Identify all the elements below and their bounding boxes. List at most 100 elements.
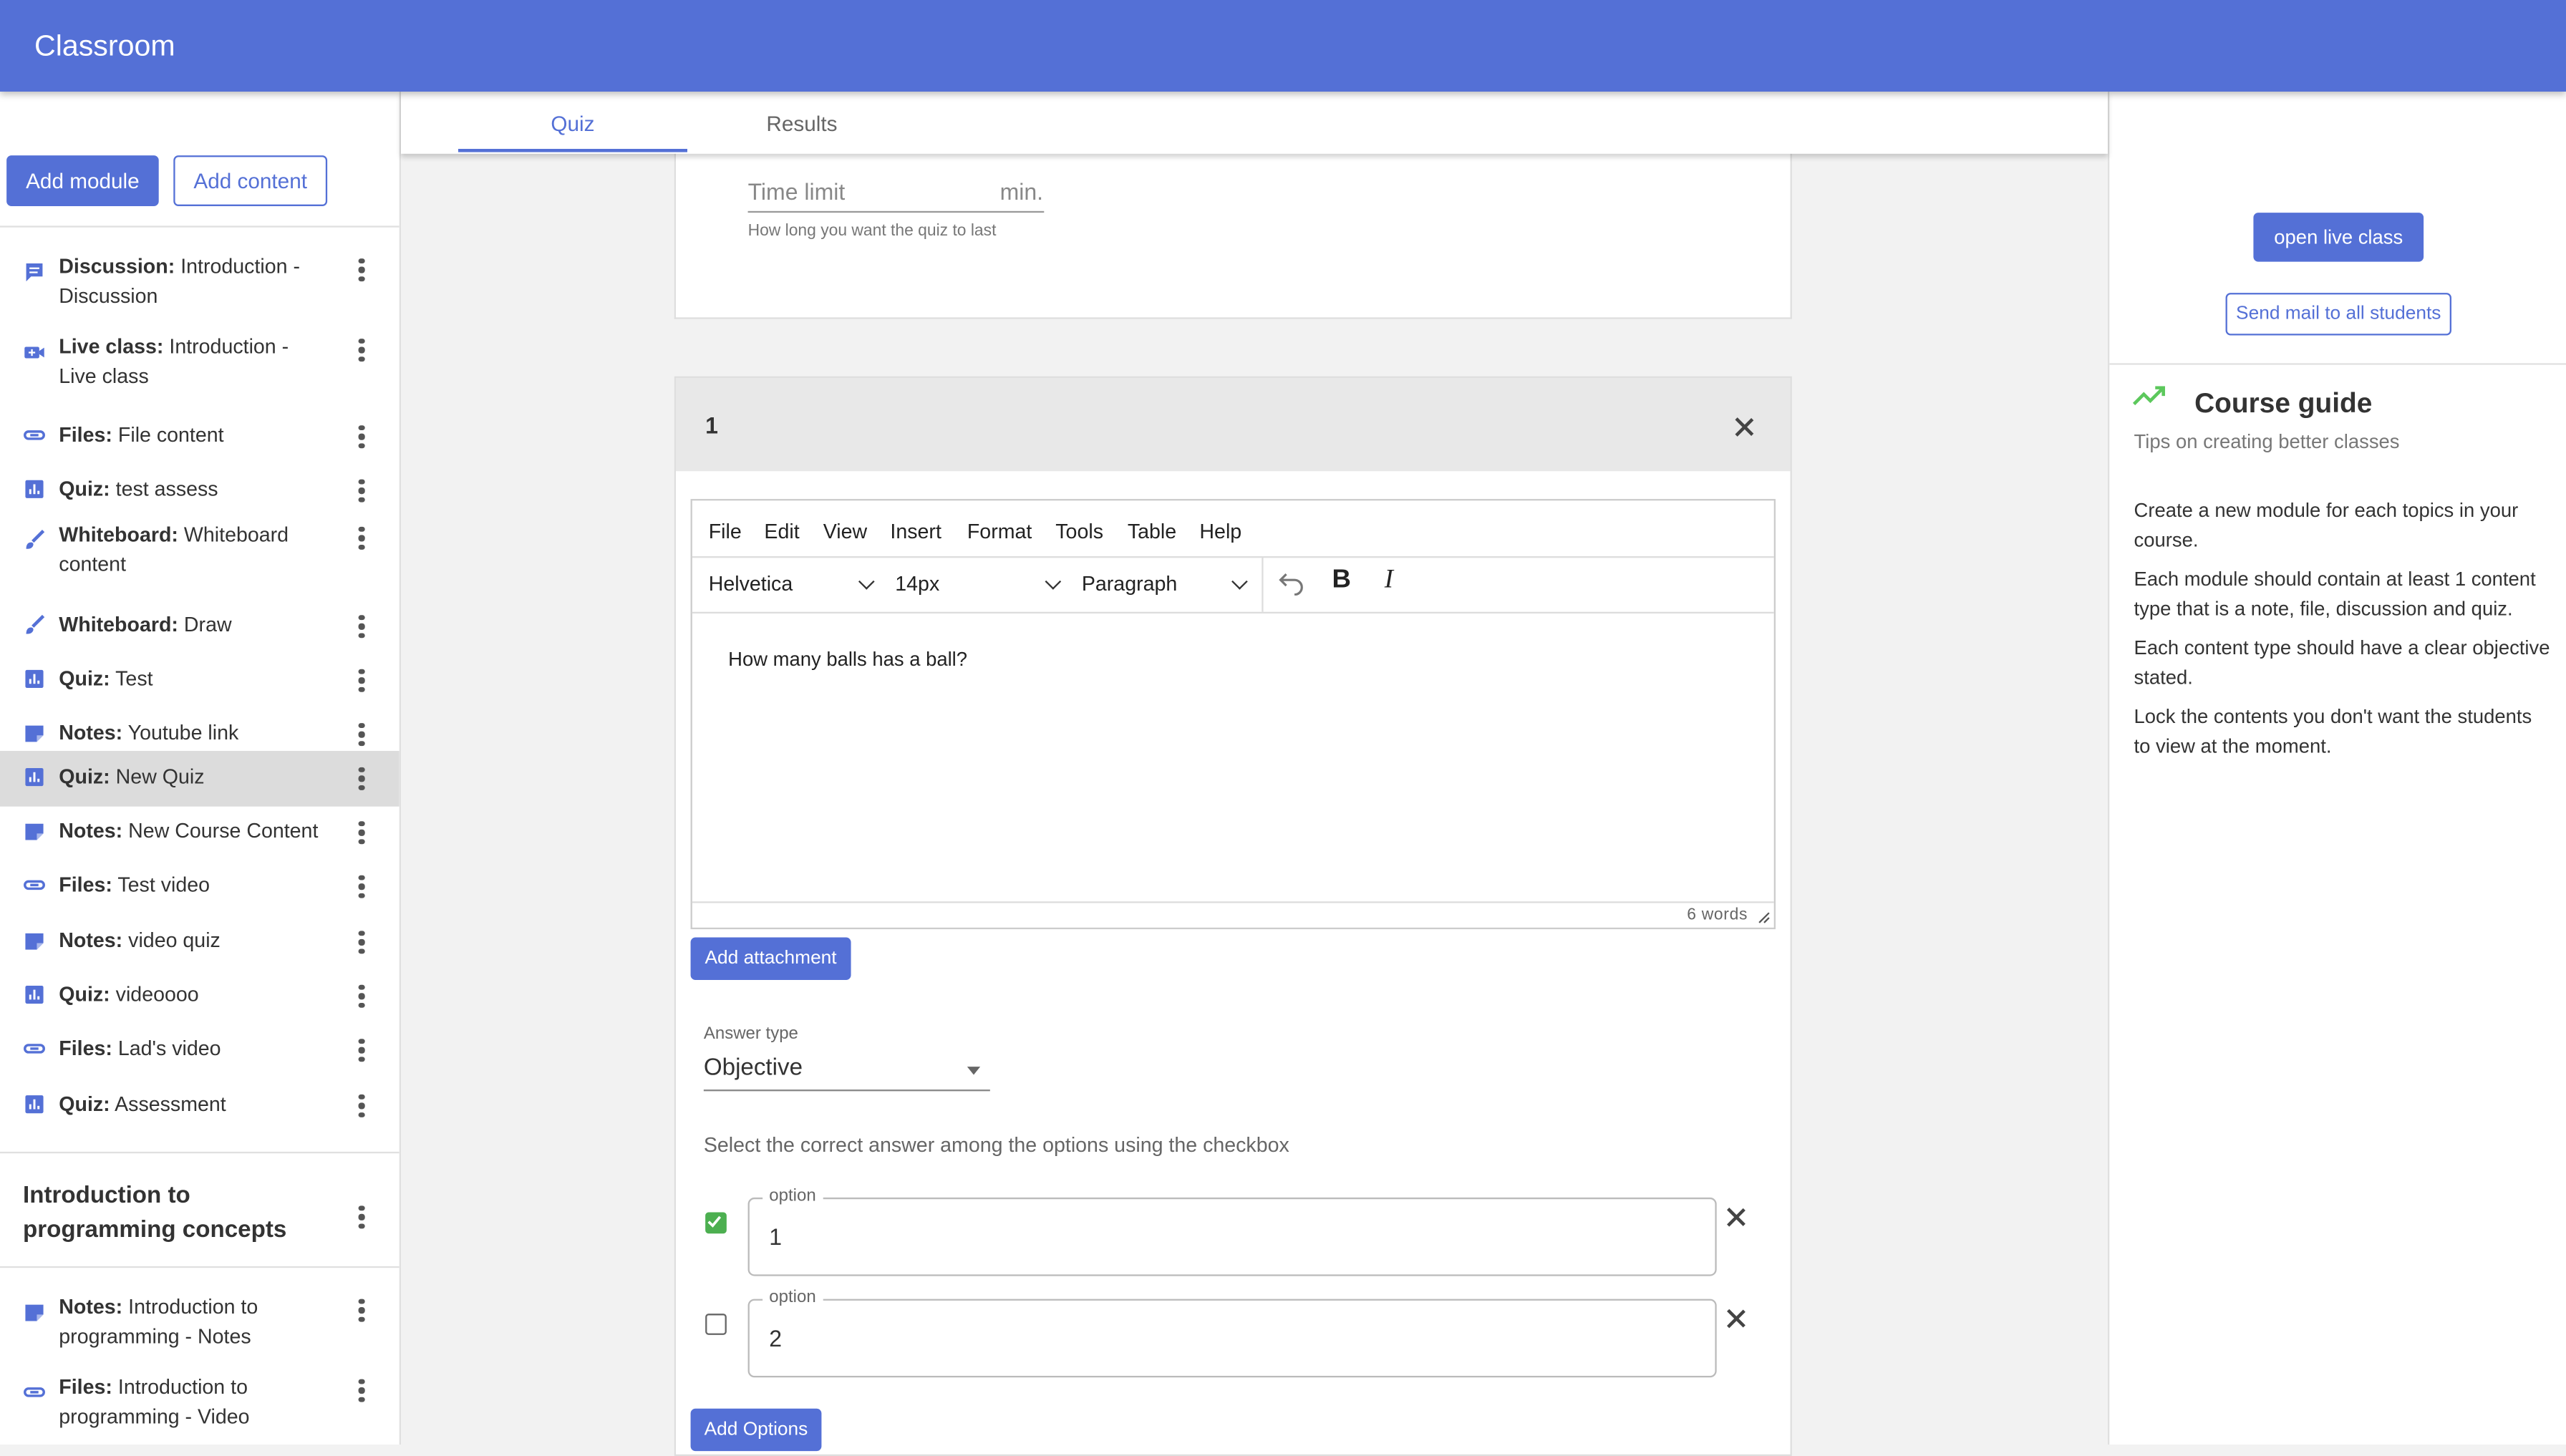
sidebar-item[interactable]: Whiteboard: Draw [0, 598, 400, 648]
content-type-label: Files: [59, 423, 112, 447]
module-more-icon[interactable] [350, 1205, 373, 1232]
sidebar-item[interactable]: Files: Lad's video [0, 1022, 400, 1072]
more-options-icon[interactable] [350, 1039, 373, 1065]
more-options-icon[interactable] [350, 1379, 373, 1406]
more-options-icon[interactable] [350, 875, 373, 902]
close-question-icon[interactable] [1735, 417, 1754, 437]
option-legend: option [762, 1287, 823, 1308]
sidebar-item-label: Notes: Introduction to programming - Not… [59, 1294, 329, 1351]
font-size-select[interactable]: 14px [895, 573, 939, 596]
more-options-icon[interactable] [350, 526, 373, 553]
more-options-icon[interactable] [350, 615, 373, 641]
dropdown-arrow-icon [967, 1067, 981, 1075]
sidebar-item[interactable]: Quiz: test assess [0, 463, 400, 513]
sidebar-item[interactable]: Live class: Introduction - Live class [0, 322, 400, 397]
active-tab-indicator [457, 148, 687, 152]
option-2-checkbox[interactable] [705, 1314, 727, 1335]
sidebar-item[interactable]: Quiz: videoooo [0, 969, 400, 1018]
content-type-label: Quiz: [59, 983, 110, 1006]
panel-divider [2109, 363, 2566, 365]
menu-format[interactable]: Format [967, 520, 1032, 543]
more-options-icon[interactable] [350, 767, 373, 794]
word-count: 6 words [1687, 906, 1748, 925]
italic-icon[interactable]: I [1385, 566, 1393, 596]
sidebar-item[interactable]: Notes: New Course Content [0, 805, 400, 854]
menu-tools[interactable]: Tools [1055, 520, 1103, 543]
remove-option-2-icon[interactable] [1726, 1309, 1746, 1328]
more-options-icon[interactable] [350, 425, 373, 452]
sidebar-item[interactable]: Files: Introduction to programming - Vid… [0, 1363, 400, 1438]
add-options-button[interactable]: Add Options [690, 1408, 822, 1452]
content-type-label: Discussion: [59, 255, 175, 278]
sidebar-item[interactable]: Quiz: New Quiz [0, 750, 400, 807]
option-legend: option [762, 1185, 823, 1206]
rich-text-editor[interactable]: File Edit View Insert Format Tools Table… [690, 499, 1776, 930]
block-format-select[interactable]: Paragraph [1082, 573, 1177, 596]
sidebar-item[interactable]: Discussion: Introduction - Discussion [0, 242, 400, 317]
content-name-label: Test video [117, 873, 210, 897]
add-attachment-button[interactable]: Add attachment [690, 937, 851, 980]
menu-insert[interactable]: Insert [890, 520, 941, 543]
course-guide-subtitle: Tips on creating better classes [2134, 430, 2400, 454]
tab-results[interactable]: Results [687, 92, 916, 154]
option-2-field[interactable]: option 2 [747, 1287, 1717, 1378]
answer-type-select[interactable]: Objective [703, 1055, 990, 1092]
sidebar-item[interactable]: Notes: video quiz [0, 915, 400, 964]
add-module-button[interactable]: Add module [6, 155, 159, 206]
content-type-label: Notes: [59, 819, 123, 843]
sidebar-item-label: Quiz: Test [59, 666, 329, 694]
guide-tip: Each content type should have a clear ob… [2134, 636, 2550, 689]
toolbar-separator [1262, 556, 1264, 612]
content-name-label: Lad's video [117, 1037, 221, 1060]
send-mail-button[interactable]: Send mail to all students [2225, 293, 2451, 336]
sidebar-item[interactable]: Quiz: Assessment [0, 1078, 400, 1127]
more-options-icon[interactable] [350, 821, 373, 848]
more-options-icon[interactable] [350, 984, 373, 1011]
guide-tip: Lock the contents you don't want the stu… [2134, 705, 2532, 757]
more-options-icon[interactable] [350, 723, 373, 749]
menu-view[interactable]: View [823, 520, 867, 543]
font-family-select[interactable]: Helvetica [709, 573, 793, 596]
more-options-icon[interactable] [350, 931, 373, 957]
checkmark-icon [708, 1216, 722, 1228]
undo-icon[interactable] [1278, 569, 1304, 596]
sidebar-item[interactable]: Whiteboard: Whiteboard content [0, 510, 400, 589]
open-live-class-button[interactable]: open live class [2253, 213, 2424, 262]
brush-icon [23, 613, 46, 636]
content-type-label: Files: [59, 1376, 112, 1399]
menu-edit[interactable]: Edit [764, 520, 799, 543]
menu-table[interactable]: Table [1128, 520, 1176, 543]
content-type-label: Quiz: [59, 1092, 110, 1116]
note-icon [23, 722, 46, 744]
content-name-label: File content [117, 423, 224, 447]
bold-icon[interactable]: B [1332, 566, 1351, 596]
sidebar-item[interactable]: Files: Test video [0, 859, 400, 908]
add-content-button[interactable]: Add content [173, 155, 328, 206]
more-options-icon[interactable] [350, 258, 373, 285]
chart-icon [23, 766, 46, 789]
chevron-down-icon [1231, 573, 1248, 590]
time-limit-input[interactable]: Time limit [748, 178, 846, 205]
sidebar-item[interactable]: Files: File content [0, 409, 400, 458]
more-options-icon[interactable] [350, 479, 373, 506]
remove-option-1-icon[interactable] [1726, 1208, 1746, 1227]
sidebar-divider [0, 225, 400, 228]
more-options-icon[interactable] [350, 1094, 373, 1121]
sidebar-item[interactable]: Notes: Introduction to programming - Not… [0, 1283, 400, 1358]
sidebar-item[interactable]: Notes: Youtube link [0, 707, 400, 756]
more-options-icon[interactable] [350, 669, 373, 696]
menu-help[interactable]: Help [1199, 520, 1241, 543]
content-type-label: Whiteboard: [59, 523, 178, 547]
editor-divider [692, 611, 1774, 614]
option-1-checkbox[interactable] [705, 1212, 727, 1234]
menu-file[interactable]: File [709, 520, 742, 543]
sidebar-item-label: Notes: video quiz [59, 928, 329, 956]
option-1-field[interactable]: option 1 [747, 1185, 1717, 1276]
editor-content[interactable]: How many balls has a ball? [728, 648, 967, 671]
content-type-label: Files: [59, 873, 112, 897]
more-options-icon[interactable] [350, 339, 373, 365]
resize-handle-icon[interactable] [1758, 911, 1771, 924]
tab-quiz[interactable]: Quiz [458, 92, 687, 154]
sidebar-item[interactable]: Quiz: Test [0, 653, 400, 702]
more-options-icon[interactable] [350, 1299, 373, 1326]
